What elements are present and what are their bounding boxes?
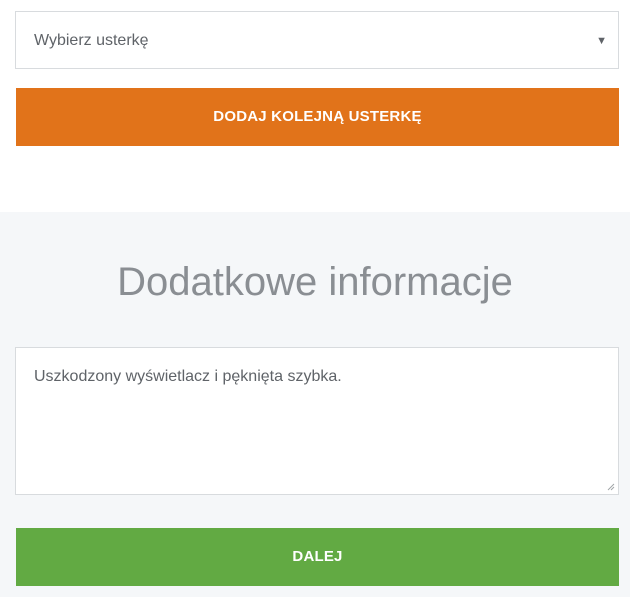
additional-info-section: Dodatkowe informacje Uszkodzony wyświetl… [0, 212, 630, 597]
add-defect-button[interactable]: DODAJ KOLEJNĄ USTERKĘ [16, 88, 619, 146]
defect-section: Wybierz usterkę ▼ DODAJ KOLEJNĄ USTERKĘ [0, 0, 630, 212]
section-title: Dodatkowe informacje [117, 260, 513, 304]
textarea-value: Uszkodzony wyświetlacz i pęknięta szybka… [34, 368, 342, 385]
defect-select-value: Wybierz usterkę [34, 32, 149, 49]
additional-info-textarea[interactable]: Uszkodzony wyświetlacz i pęknięta szybka… [15, 347, 619, 495]
next-button[interactable]: DALEJ [16, 528, 619, 586]
defect-select[interactable]: Wybierz usterkę ▼ [15, 11, 619, 69]
caret-down-icon: ▼ [596, 35, 607, 47]
resize-handle-icon[interactable] [607, 483, 615, 491]
